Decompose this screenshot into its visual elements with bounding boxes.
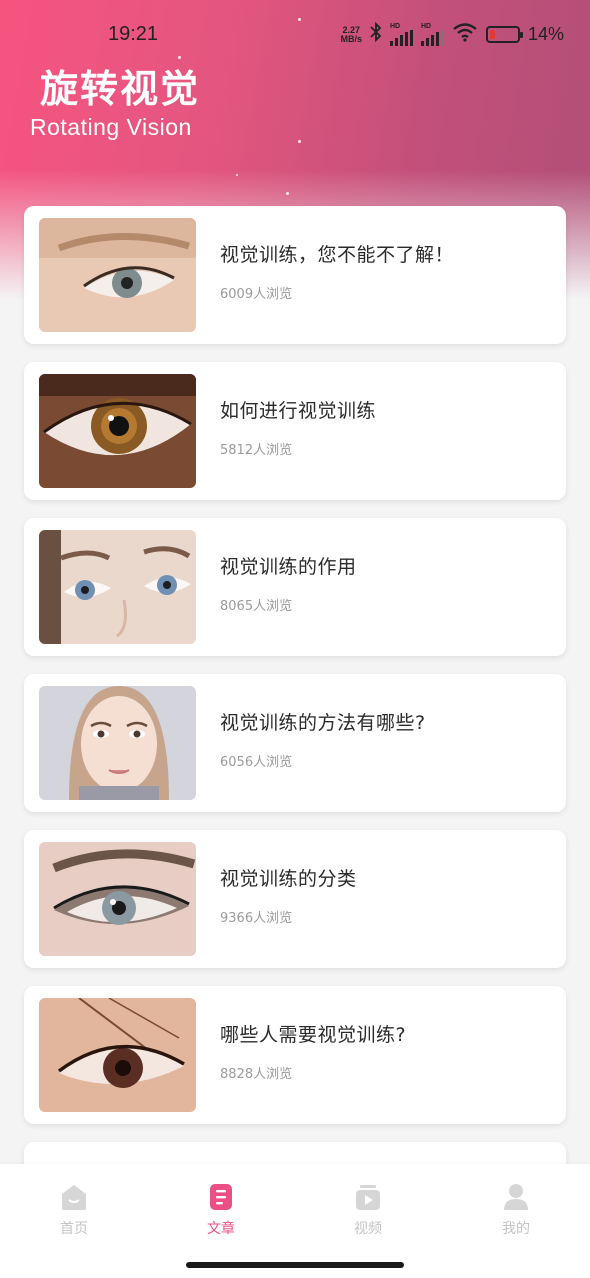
- article-thumbnail: [39, 998, 196, 1112]
- signal-icon: HD: [389, 23, 413, 46]
- nav-label: 我的: [502, 1221, 530, 1237]
- status-icons: 2.27 MB/s HD HD 14%: [340, 21, 564, 47]
- wifi-icon: [452, 22, 478, 47]
- article-thumbnail: [39, 218, 196, 332]
- nav-label: 首页: [60, 1221, 88, 1237]
- app-subtitle: Rotating Vision: [30, 114, 192, 140]
- article-card[interactable]: 视觉训练，您不能不了解！ 6009人浏览: [24, 206, 566, 344]
- signal-icon: HD: [420, 23, 444, 46]
- article-list: 视觉训练，您不能不了解！ 6009人浏览 如何进行视觉训练 5812人浏览 视觉…: [24, 206, 566, 1200]
- app-title: 旋转视觉: [40, 66, 201, 111]
- nav-profile[interactable]: 我的: [471, 1182, 561, 1238]
- nav-label: 视频: [354, 1221, 382, 1237]
- article-card[interactable]: 视觉训练的分类 9366人浏览: [24, 830, 566, 968]
- bottom-navigation: 首页 文章 视频 我的: [0, 1164, 590, 1278]
- article-card[interactable]: 哪些人需要视觉训练? 8828人浏览: [24, 986, 566, 1124]
- nav-label: 文章: [207, 1221, 235, 1237]
- nav-home[interactable]: 首页: [29, 1182, 119, 1238]
- nav-videos[interactable]: 视频: [323, 1182, 413, 1238]
- article-title: 视觉训练，您不能不了解！: [220, 244, 455, 266]
- network-speed: 2.27 MB/s: [340, 24, 362, 44]
- article-title: 视觉训练的作用: [220, 556, 357, 578]
- article-thumbnail: [39, 530, 196, 644]
- battery-icon: [485, 26, 523, 43]
- home-icon: [59, 1182, 89, 1212]
- article-views: 6009人浏览: [220, 287, 293, 302]
- article-card[interactable]: 视觉训练的作用 8065人浏览: [24, 518, 566, 656]
- sparkle-decoration: [298, 140, 301, 143]
- article-views: 5812人浏览: [220, 443, 293, 458]
- sparkle-decoration: [286, 192, 289, 195]
- article-thumbnail: [39, 686, 196, 800]
- article-card[interactable]: 如何进行视觉训练 5812人浏览: [24, 362, 566, 500]
- profile-icon: [501, 1182, 531, 1212]
- bluetooth-icon: [370, 21, 382, 47]
- battery-percent: 14%: [527, 24, 564, 44]
- article-icon: [206, 1182, 236, 1212]
- article-card[interactable]: 视觉训练的方法有哪些? 6056人浏览: [24, 674, 566, 812]
- article-views: 8065人浏览: [220, 599, 293, 614]
- article-title: 哪些人需要视觉训练?: [220, 1024, 407, 1046]
- home-indicator[interactable]: [186, 1262, 404, 1268]
- article-thumbnail: [39, 374, 196, 488]
- article-views: 8828人浏览: [220, 1067, 293, 1082]
- status-time: 19:21: [108, 23, 159, 45]
- article-views: 6056人浏览: [220, 755, 293, 770]
- article-title: 视觉训练的分类: [220, 868, 357, 890]
- nav-articles[interactable]: 文章: [176, 1182, 266, 1238]
- sparkle-decoration: [236, 174, 238, 176]
- article-views: 9366人浏览: [220, 911, 293, 926]
- video-icon: [353, 1182, 383, 1212]
- article-thumbnail: [39, 842, 196, 956]
- article-title: 如何进行视觉训练: [220, 400, 377, 422]
- article-title: 视觉训练的方法有哪些?: [220, 712, 426, 734]
